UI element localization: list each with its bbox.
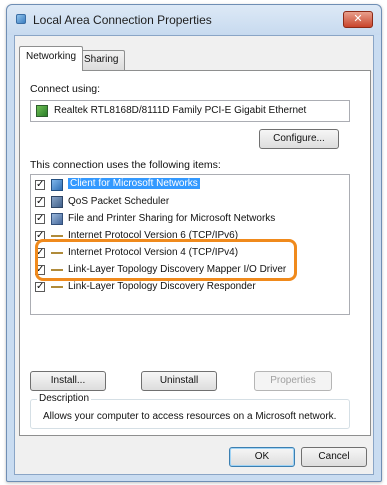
item-checkbox[interactable]: ✓: [35, 180, 45, 190]
protocol-icon: [51, 286, 63, 288]
connect-using-label: Connect using:: [30, 83, 101, 95]
protocol-icon: [51, 252, 63, 254]
list-item-lltd-mapper[interactable]: ✓ Link-Layer Topology Discovery Mapper I…: [31, 262, 349, 279]
network-client-icon: [51, 179, 63, 191]
dialog-body: Networking Sharing Connect using: Realte…: [14, 35, 374, 475]
window-title: Local Area Connection Properties: [33, 13, 212, 27]
protocol-icon: [51, 269, 63, 271]
list-item-file-printer-sharing[interactable]: ✓ File and Printer Sharing for Microsoft…: [31, 211, 349, 228]
close-button[interactable]: ✕: [343, 11, 373, 28]
item-label: Client for Microsoft Networks: [68, 178, 200, 189]
properties-button[interactable]: Properties: [254, 371, 332, 391]
item-label: Link-Layer Topology Discovery Mapper I/O…: [68, 264, 287, 275]
item-checkbox[interactable]: ✓: [35, 231, 45, 241]
network-connection-icon: [16, 14, 26, 24]
uninstall-button[interactable]: Uninstall: [141, 371, 217, 391]
list-item-client-for-microsoft-networks[interactable]: ✓ Client for Microsoft Networks: [31, 177, 349, 194]
adapter-field: Realtek RTL8168D/8111D Family PCI-E Giga…: [30, 100, 350, 122]
tab-sharing[interactable]: Sharing: [77, 50, 126, 70]
description-text: Allows your computer to access resources…: [43, 411, 337, 422]
item-label: Internet Protocol Version 4 (TCP/IPv4): [68, 247, 239, 258]
title-bar[interactable]: Local Area Connection Properties ✕: [7, 5, 381, 35]
list-item-ipv4[interactable]: ✓ Internet Protocol Version 4 (TCP/IPv4): [31, 245, 349, 262]
item-checkbox[interactable]: ✓: [35, 214, 45, 224]
items-list[interactable]: ✓ Client for Microsoft Networks ✓ QoS Pa…: [30, 174, 350, 315]
install-button[interactable]: Install...: [30, 371, 106, 391]
item-label: Link-Layer Topology Discovery Responder: [68, 281, 256, 292]
network-adapter-icon: [36, 105, 48, 117]
item-label: Internet Protocol Version 6 (TCP/IPv6): [68, 230, 239, 241]
item-label: QoS Packet Scheduler: [68, 196, 170, 207]
item-checkbox[interactable]: ✓: [35, 265, 45, 275]
item-checkbox[interactable]: ✓: [35, 248, 45, 258]
protocol-icon: [51, 235, 63, 237]
item-checkbox[interactable]: ✓: [35, 282, 45, 292]
list-item-ipv6[interactable]: ✓ Internet Protocol Version 6 (TCP/IPv6): [31, 228, 349, 245]
qos-icon: [51, 196, 63, 208]
ok-button[interactable]: OK: [229, 447, 295, 467]
file-printer-sharing-icon: [51, 213, 63, 225]
properties-dialog: Local Area Connection Properties ✕ Netwo…: [6, 4, 382, 482]
configure-button[interactable]: Configure...: [259, 129, 339, 149]
list-item-lltd-responder[interactable]: ✓ Link-Layer Topology Discovery Responde…: [31, 279, 349, 296]
description-legend: Description: [37, 393, 92, 404]
cancel-button[interactable]: Cancel: [301, 447, 367, 467]
description-group: Description Allows your computer to acce…: [30, 393, 350, 429]
items-label: This connection uses the following items…: [30, 159, 221, 171]
item-label: File and Printer Sharing for Microsoft N…: [68, 213, 276, 224]
tab-networking[interactable]: Networking: [19, 46, 84, 71]
networking-panel: Connect using: Realtek RTL8168D/8111D Fa…: [19, 70, 371, 436]
list-item-qos-packet-scheduler[interactable]: ✓ QoS Packet Scheduler: [31, 194, 349, 211]
item-checkbox[interactable]: ✓: [35, 197, 45, 207]
adapter-name: Realtek RTL8168D/8111D Family PCI-E Giga…: [54, 105, 307, 116]
